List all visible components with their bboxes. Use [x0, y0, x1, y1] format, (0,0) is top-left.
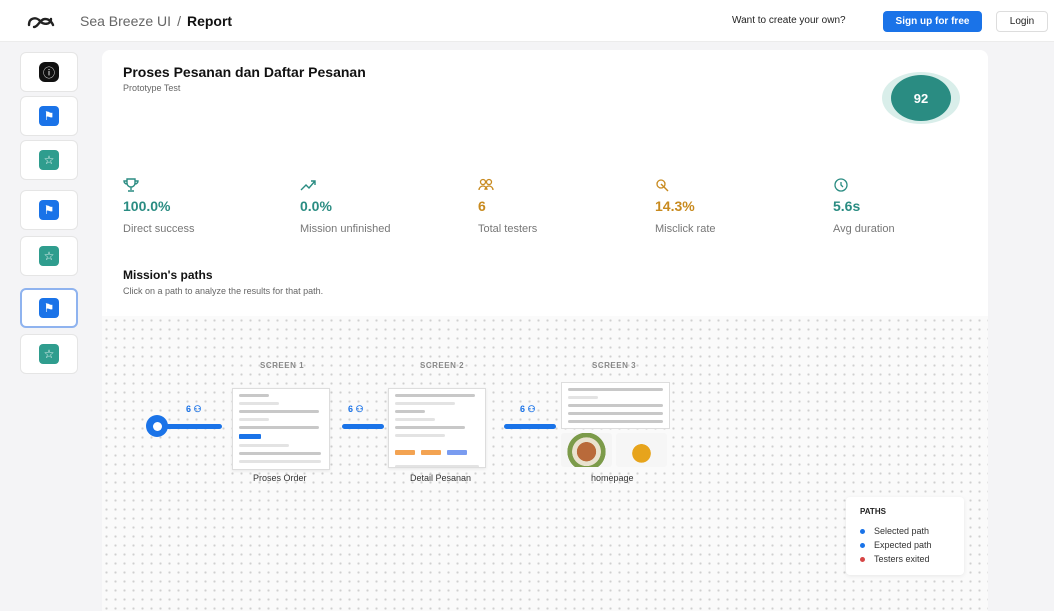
- legend-label: Selected path: [874, 526, 930, 536]
- screen-1-name: Proses Order: [253, 473, 307, 483]
- legend-item: Expected path: [860, 540, 932, 550]
- sidebar-item-info[interactable]: ⓘ: [20, 52, 78, 92]
- path-segment[interactable]: [164, 424, 222, 429]
- top-bar: Sea Breeze UI / Report Want to create yo…: [0, 0, 1054, 42]
- sidebar-item-star[interactable]: ☆: [20, 334, 78, 374]
- screen-2-name: Detail Pesanan: [410, 473, 472, 483]
- legend-label: Expected path: [874, 540, 932, 550]
- screen-1-thumbnail[interactable]: [232, 388, 330, 470]
- paths-title: Mission's paths: [123, 268, 213, 282]
- paths-canvas[interactable]: SCREEN 1 SCREEN 2 SCREEN 3 6 ⚇ 6 ⚇ 6 ⚇ P…: [102, 316, 988, 611]
- legend-title: PATHS: [860, 507, 886, 516]
- flag-icon: ⚑: [39, 298, 59, 318]
- metric-label: Avg duration: [833, 223, 895, 235]
- path-segment[interactable]: [342, 424, 384, 429]
- signup-button[interactable]: Sign up for free: [883, 11, 982, 32]
- sidebar-item-flag[interactable]: ⚑: [20, 96, 78, 136]
- path-count: 6 ⚇: [520, 404, 536, 414]
- drink-image: [616, 433, 667, 467]
- screen-1-label: SCREEN 1: [260, 361, 305, 370]
- score-badge: 92: [882, 72, 960, 124]
- breadcrumb: Sea Breeze UI / Report: [80, 13, 232, 29]
- legend-item: Testers exited: [860, 554, 930, 564]
- star-icon: ☆: [39, 344, 59, 364]
- paths-legend: PATHS Selected path Expected path Tester…: [846, 497, 964, 575]
- page-subtitle: Prototype Test: [123, 83, 181, 93]
- metric-label: Mission unfinished: [300, 223, 391, 235]
- metric-label: Total testers: [478, 223, 538, 235]
- sidebar-item-flag[interactable]: ⚑: [20, 190, 78, 230]
- score-value: 92: [891, 75, 951, 121]
- breadcrumb-current: Report: [186, 13, 233, 29]
- flag-icon: ⚑: [39, 106, 59, 126]
- info-icon: ⓘ: [39, 62, 59, 82]
- trophy-icon: [123, 178, 139, 192]
- sidebar-item-flag[interactable]: ⚑: [20, 288, 78, 328]
- path-segment[interactable]: [504, 424, 556, 429]
- metric-value: 0.0%: [300, 198, 332, 214]
- sidebar-item-star[interactable]: ☆: [20, 140, 78, 180]
- users-icon: [478, 178, 494, 192]
- breadcrumb-separator: /: [177, 13, 181, 29]
- star-icon: ☆: [39, 150, 59, 170]
- metric-value: 5.6s: [833, 198, 861, 214]
- metric-label: Misclick rate: [655, 223, 716, 235]
- legend-item: Selected path: [860, 526, 929, 536]
- metric-label: Direct success: [123, 223, 195, 235]
- metric-mission-unfinished: 0.0% Mission unfinished: [300, 178, 460, 235]
- clock-icon: [833, 178, 849, 192]
- flag-icon: ⚑: [39, 200, 59, 220]
- report-card: Proses Pesanan dan Daftar Pesanan Protot…: [102, 50, 988, 611]
- screen-2-label: SCREEN 2: [420, 361, 465, 370]
- breadcrumb-app[interactable]: Sea Breeze UI: [80, 13, 171, 29]
- click-icon: [655, 178, 671, 192]
- screen-3-label: SCREEN 3: [592, 361, 637, 370]
- star-icon: ☆: [39, 246, 59, 266]
- metric-avg-duration: 5.6s Avg duration: [833, 178, 993, 235]
- legend-label: Testers exited: [874, 554, 930, 564]
- food-image: [561, 433, 612, 467]
- cta-text: Want to create your own?: [732, 15, 846, 26]
- paths-subtitle: Click on a path to analyze the results f…: [123, 286, 324, 296]
- screen-2-thumbnail[interactable]: [388, 388, 486, 468]
- screen-3-name: homepage: [591, 473, 634, 483]
- metric-value: 6: [478, 198, 486, 214]
- sidebar-item-star[interactable]: ☆: [20, 236, 78, 276]
- metric-direct-success: 100.0% Direct success: [123, 178, 283, 235]
- login-button[interactable]: Login: [996, 11, 1048, 32]
- page-title: Proses Pesanan dan Daftar Pesanan: [123, 64, 366, 80]
- logo-icon[interactable]: [26, 11, 56, 31]
- screen-3-thumbnail[interactable]: [561, 382, 670, 470]
- metric-value: 100.0%: [123, 198, 171, 214]
- path-count: 6 ⚇: [186, 404, 202, 414]
- chart-icon: [300, 178, 316, 192]
- metric-total-testers: 6 Total testers: [478, 178, 638, 235]
- metric-value: 14.3%: [655, 198, 695, 214]
- path-count: 6 ⚇: [348, 404, 364, 414]
- metric-misclick-rate: 14.3% Misclick rate: [655, 178, 815, 235]
